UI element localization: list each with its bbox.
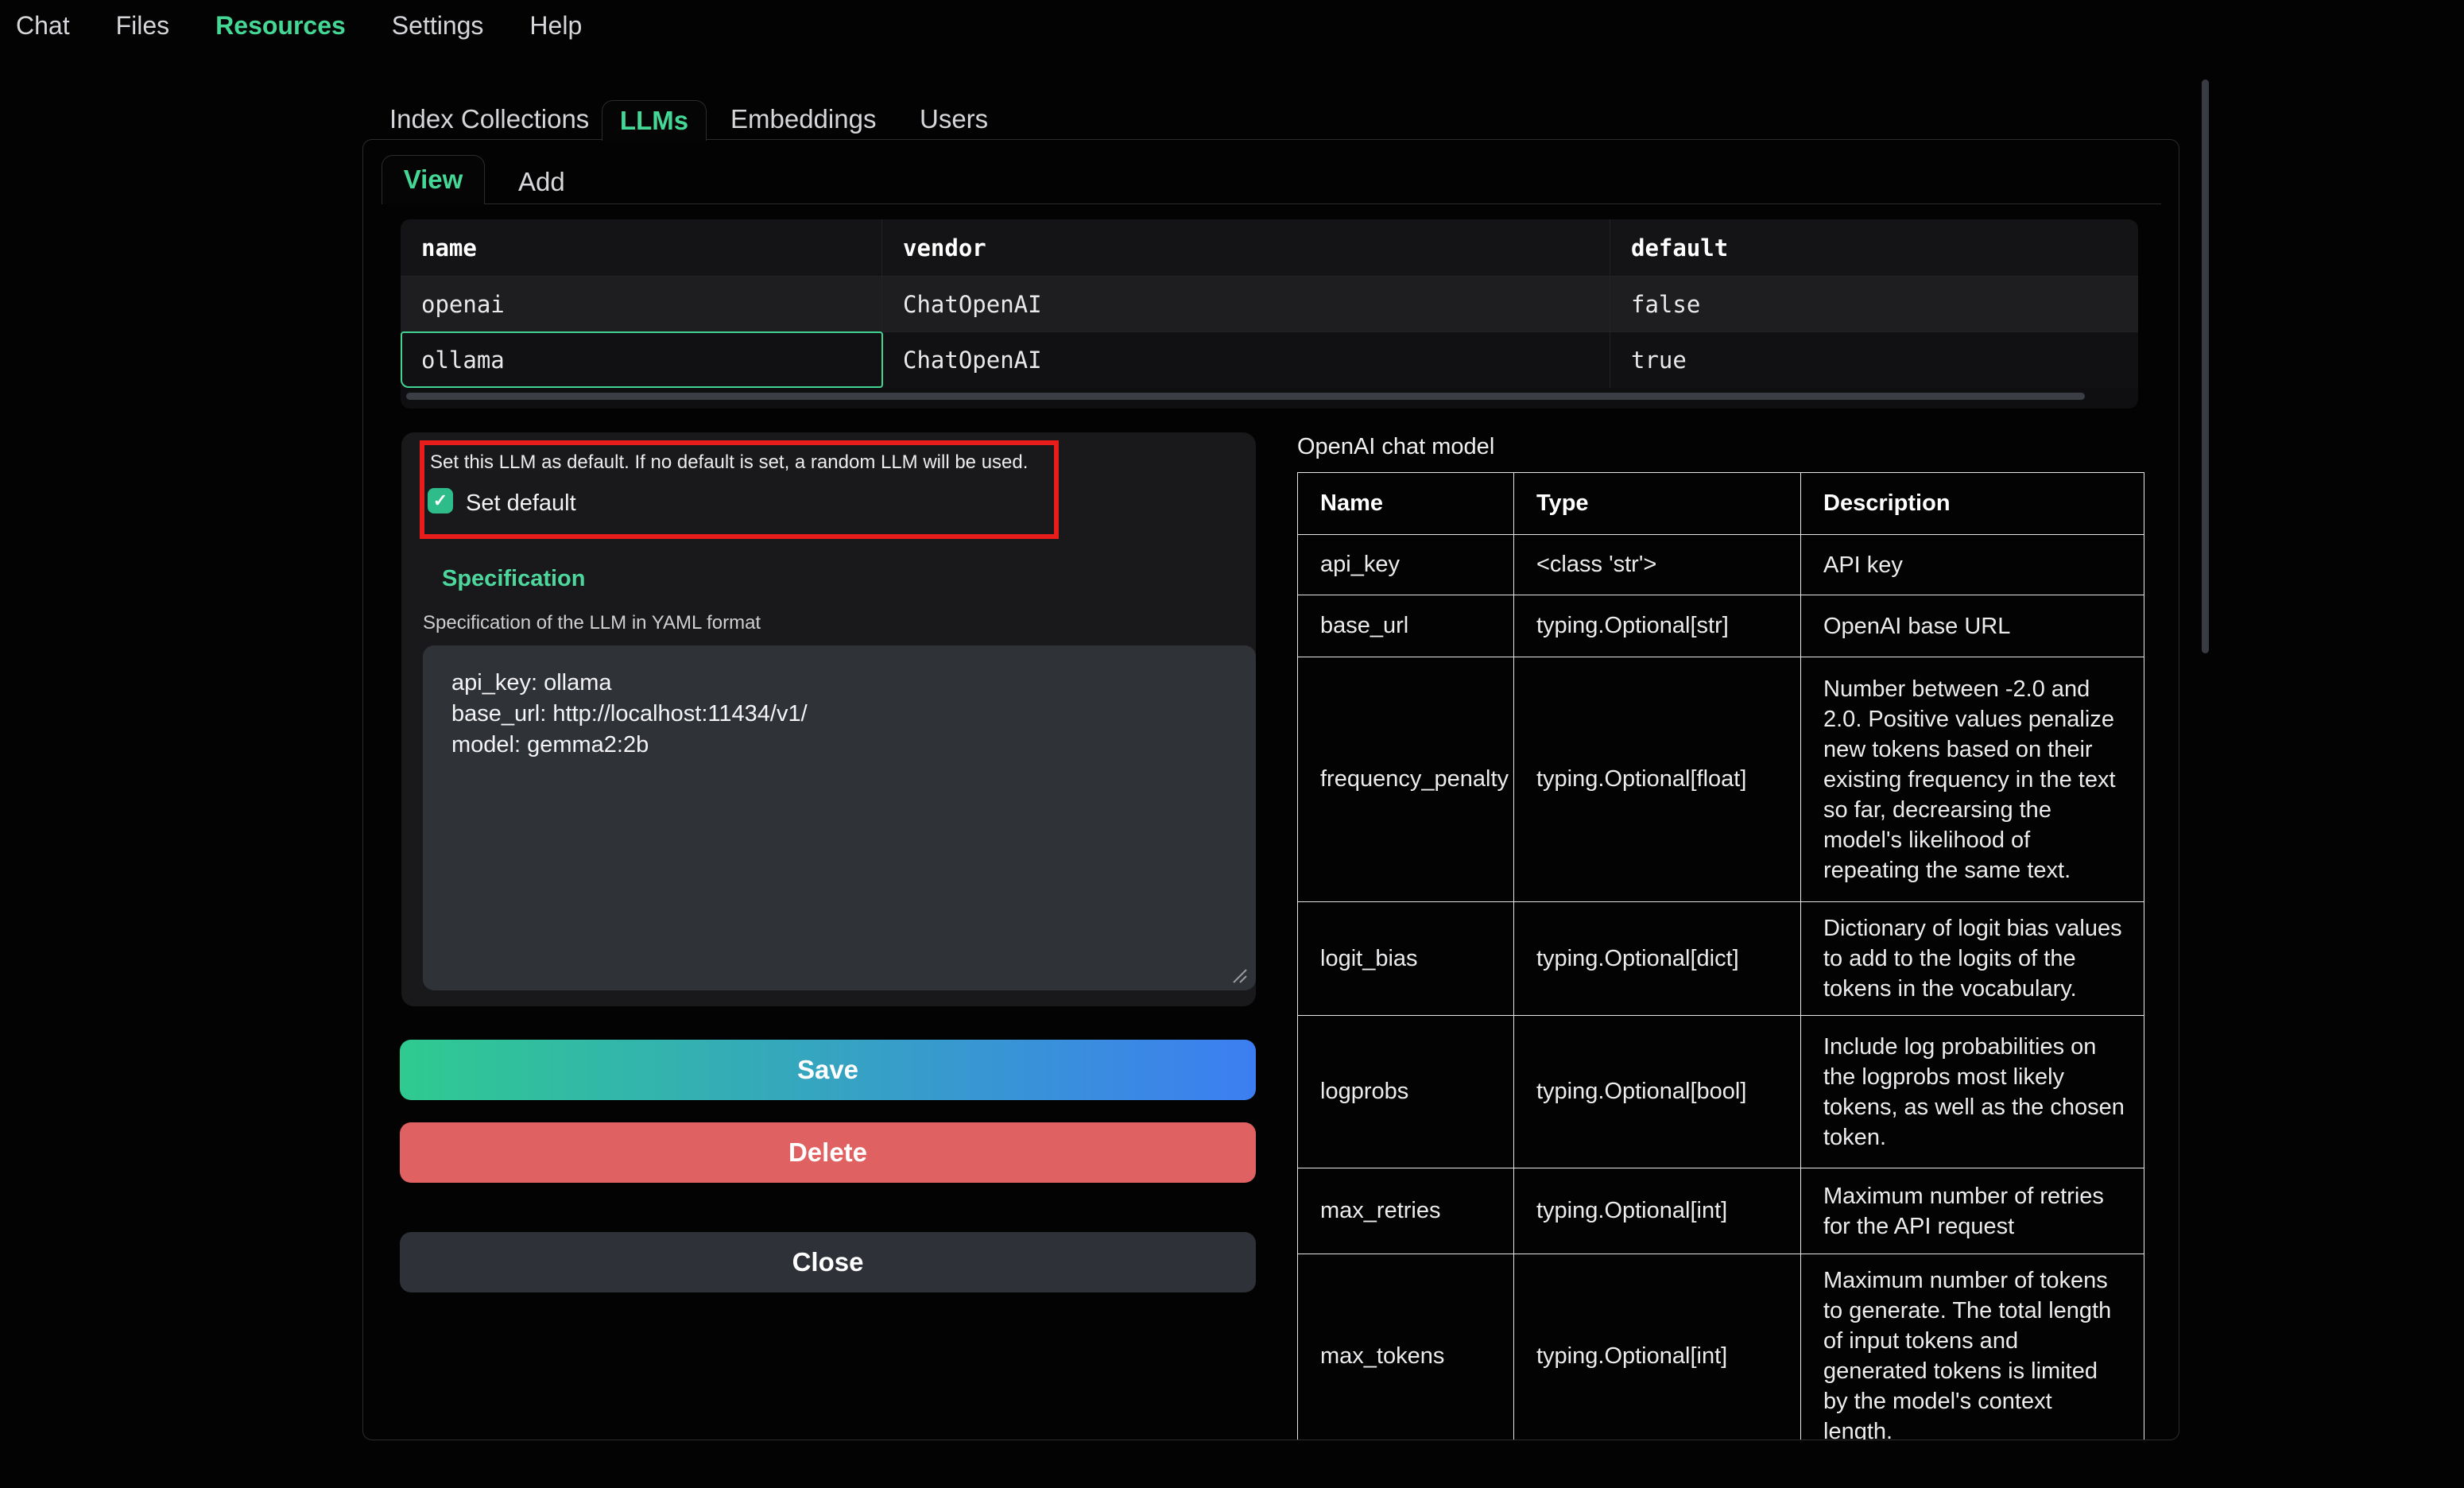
nav-item-settings[interactable]: Settings (392, 11, 484, 41)
subtab-view[interactable]: View (382, 155, 485, 204)
tab-embeddings[interactable]: Embeddings (730, 104, 876, 134)
top-navigation: Chat Files Resources Settings Help (16, 11, 582, 41)
tab-llms[interactable]: LLMs (602, 100, 707, 141)
page-vertical-scrollbar[interactable] (2202, 79, 2209, 653)
tab-index-collections[interactable]: Index Collections (389, 104, 589, 134)
nav-item-help[interactable]: Help (529, 11, 582, 41)
tab-users[interactable]: Users (920, 104, 988, 134)
nav-item-resources[interactable]: Resources (215, 11, 346, 41)
tab-llms-label: LLMs (620, 106, 688, 135)
subtab-view-label: View (404, 165, 463, 194)
app-window: Chat Files Resources Settings Help Index… (0, 0, 2464, 1488)
subtab-add[interactable]: Add (518, 167, 565, 197)
nav-item-chat[interactable]: Chat (16, 11, 70, 41)
llms-panel (362, 139, 2179, 1440)
subtab-underline (382, 203, 2161, 204)
nav-item-files[interactable]: Files (116, 11, 170, 41)
